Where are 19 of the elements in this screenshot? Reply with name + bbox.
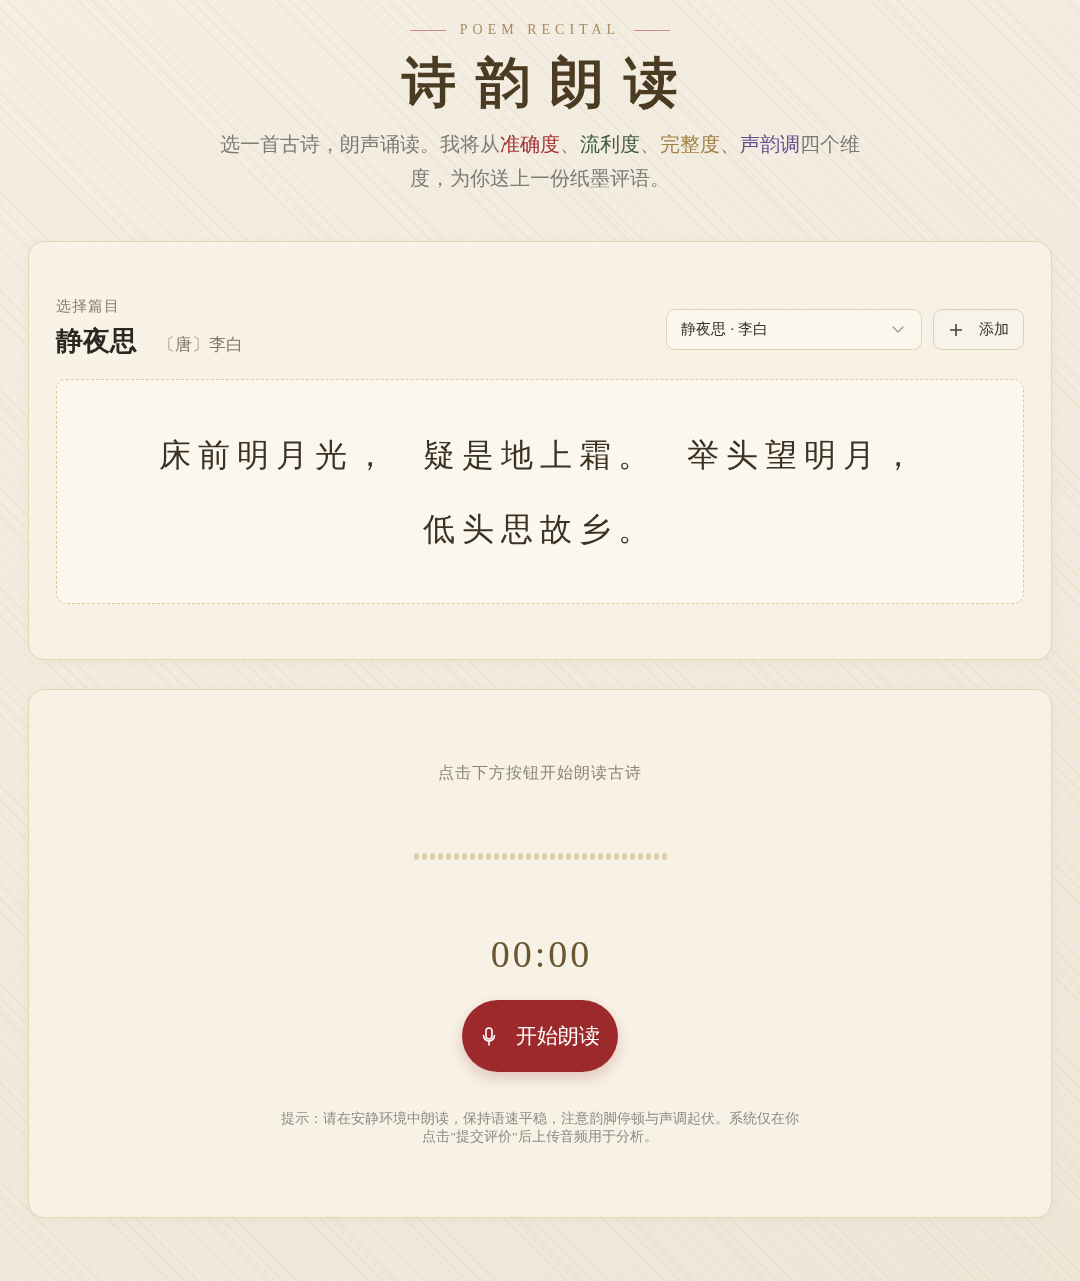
poem-dropdown[interactable]: 静夜思 · 李白 [666, 309, 922, 350]
poem-verse: 床前明月光， [159, 436, 393, 475]
hint-text: 提示：请在安静环境中朗读，保持语速平稳，注意韵脚停顿与声调起伏。系统仅在你点击"提交评价"后上传音频用于分析。 [280, 1110, 800, 1146]
plus-icon [950, 323, 962, 336]
timer-text: 00:00 [489, 932, 593, 977]
poem-author: 〔唐〕李白 [158, 334, 243, 356]
poem-title: 静夜思 [56, 325, 137, 358]
section-label: 选择篇目 [56, 297, 120, 316]
poem-verse: 疑是地上霜。 [423, 436, 657, 475]
poem-verse: 举头望明月， [687, 436, 921, 475]
record-button[interactable]: 开始朗读 [462, 1000, 618, 1072]
page-title: 诗韵朗读 [400, 53, 698, 113]
microphone-icon [482, 1026, 496, 1046]
chevron-down-icon [892, 326, 904, 333]
add-button[interactable]: 添加 [933, 309, 1024, 350]
eyebrow-text: POEM RECITAL [459, 21, 621, 39]
prompt-text: 点击下方按钮开始朗读古诗 [438, 763, 642, 783]
intro-text: 选一首古诗，朗声诵读。我将从准确度、流利度、完整度、声韵调四个维度，为你送上一份纸墨评语。 [219, 132, 861, 191]
poem-verse: 低头思故乡。 [423, 510, 657, 549]
